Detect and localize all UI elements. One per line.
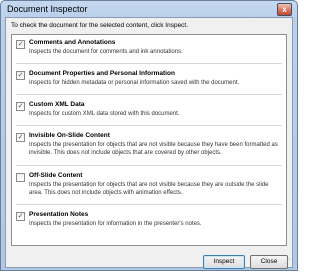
option-title: Invisible On-Slide Content: [29, 132, 110, 139]
check-icon: ✓: [17, 134, 24, 141]
checkbox-invisible-content[interactable]: ✓: [16, 133, 25, 142]
instruction-text: To check the document for the selected c…: [11, 22, 189, 29]
checkbox-off-slide-content[interactable]: [16, 173, 25, 182]
check-icon: ✓: [17, 72, 24, 79]
checkbox-comments-annotations[interactable]: ✓: [16, 40, 25, 49]
option-title: Off-Slide Content: [29, 172, 83, 179]
dialog-body: To check the document for the selected c…: [5, 17, 293, 269]
divider: [16, 94, 282, 95]
divider: [16, 165, 282, 166]
dialog-title: Document Inspector: [7, 4, 88, 14]
check-icon: ✓: [17, 103, 24, 110]
option-description: Inspects the presentation for informatio…: [29, 221, 202, 227]
checkbox-document-properties[interactable]: ✓: [16, 71, 25, 80]
title-bar[interactable]: Document Inspector: [1, 1, 297, 17]
option-description: Inspects for custom XML data stored with…: [29, 111, 180, 117]
inspect-button[interactable]: Inspect: [203, 255, 245, 269]
document-inspector-dialog: Document Inspector x To check the docume…: [0, 0, 298, 271]
checkbox-presentation-notes[interactable]: ✓: [16, 212, 25, 221]
option-description: Inspects the document for comments and i…: [29, 49, 183, 55]
check-icon: ✓: [17, 41, 24, 48]
option-title: Custom XML Data: [29, 101, 85, 108]
resize-grip-icon[interactable]: ⋰: [284, 259, 290, 265]
checkbox-custom-xml[interactable]: ✓: [16, 102, 25, 111]
close-button[interactable]: Close: [250, 255, 288, 269]
close-window-icon[interactable]: x: [277, 3, 292, 16]
option-title: Document Properties and Personal Informa…: [29, 70, 175, 77]
divider: [16, 204, 282, 205]
option-title: Presentation Notes: [29, 211, 89, 218]
option-title: Comments and Annotations: [29, 39, 116, 46]
divider: [16, 63, 282, 64]
option-description: Inspects the presentation for objects th…: [29, 142, 278, 156]
check-icon: ✓: [17, 213, 24, 220]
divider: [16, 125, 282, 126]
option-description: Inspects the presentation for objects th…: [29, 182, 269, 196]
option-description: Inspects for hidden metadata or personal…: [29, 80, 240, 86]
inspection-options-list: ✓ Comments and Annotations Inspects the …: [11, 34, 287, 246]
